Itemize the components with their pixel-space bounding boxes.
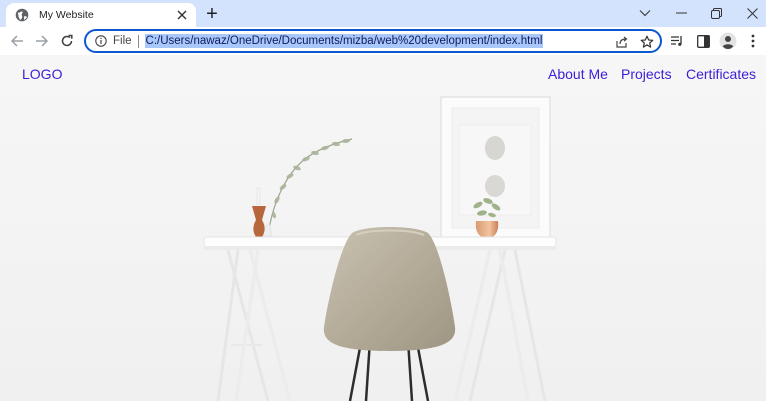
url-scheme-label: File <box>113 35 132 47</box>
profile-avatar-icon[interactable] <box>719 32 737 50</box>
nav-link-certificates[interactable]: Certificates <box>686 66 756 82</box>
page-viewport: LOGO About Me Projects Certificates <box>0 55 766 401</box>
star-icon[interactable] <box>639 34 655 50</box>
minimize-icon[interactable] <box>666 3 696 23</box>
address-bar[interactable]: File C:/Users/nawaz/OneDrive/Documents/m… <box>84 29 662 53</box>
scheme-divider <box>137 34 139 48</box>
url-text[interactable]: C:/Users/nawaz/OneDrive/Documents/mizba/… <box>144 34 544 48</box>
kebab-menu-icon[interactable] <box>744 32 762 50</box>
site-logo[interactable]: LOGO <box>22 66 62 82</box>
tab-title: My Website <box>39 9 94 21</box>
active-tab[interactable]: My Website <box>6 3 196 27</box>
hero-background-image <box>203 96 557 401</box>
site-navbar: LOGO About Me Projects Certificates <box>0 55 766 95</box>
window-close-icon[interactable] <box>737 3 766 23</box>
browser-toolbar: File C:/Users/nawaz/OneDrive/Documents/m… <box>0 27 766 55</box>
restore-icon[interactable] <box>701 3 731 23</box>
plus-icon[interactable]: + <box>202 4 222 24</box>
nav-link-about-me[interactable]: About Me <box>548 66 608 82</box>
media-controls-icon[interactable] <box>668 32 686 50</box>
close-icon[interactable] <box>174 7 190 23</box>
tab-strip: My Website + <box>0 0 766 27</box>
side-panel-icon[interactable] <box>694 32 712 50</box>
chevron-down-icon[interactable] <box>630 3 660 23</box>
back-arrow-icon[interactable] <box>6 30 28 52</box>
globe-icon <box>15 8 29 22</box>
nav-link-projects[interactable]: Projects <box>621 66 672 82</box>
forward-arrow-icon[interactable] <box>31 30 53 52</box>
share-icon[interactable] <box>614 34 630 50</box>
info-icon[interactable] <box>94 34 108 48</box>
reload-icon[interactable] <box>56 30 78 52</box>
